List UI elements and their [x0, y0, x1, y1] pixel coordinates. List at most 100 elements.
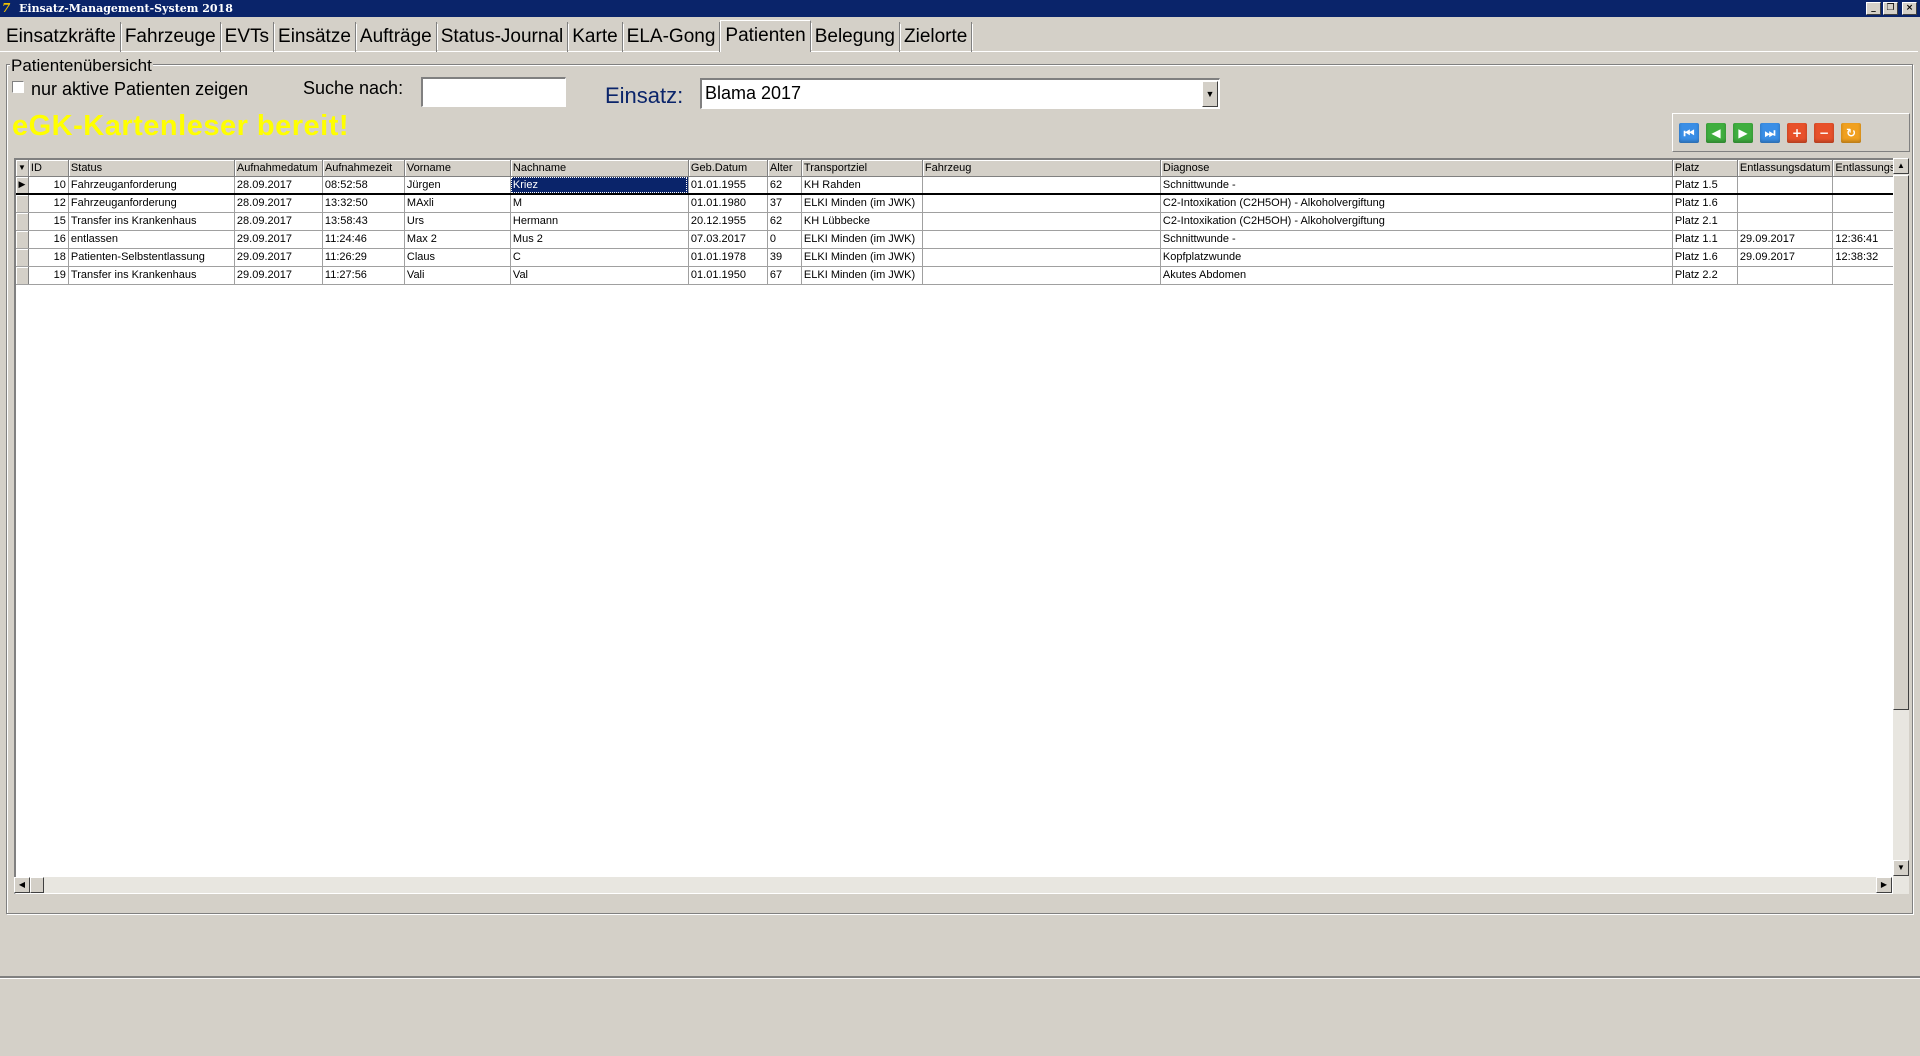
column-header[interactable]: Nachname	[510, 160, 689, 177]
cell-geb[interactable]: 20.12.1955	[688, 212, 768, 231]
cell-nachname[interactable]: C	[510, 248, 689, 267]
cell-alter[interactable]: 37	[767, 194, 802, 213]
cell-diagnose[interactable]: C2-Intoxikation (C2H5OH) - Alkoholvergif…	[1160, 194, 1673, 213]
tab-zielorte[interactable]: Zielorte	[900, 22, 974, 52]
active-only-toggle[interactable]: nur aktive Patienten zeigen	[12, 78, 248, 100]
cell-diagnose[interactable]: Akutes Abdomen	[1160, 266, 1673, 285]
cell-ziel[interactable]: ELKI Minden (im JWK)	[801, 230, 923, 249]
cell-alter[interactable]: 39	[767, 248, 802, 267]
column-header[interactable]: Aufnahmezeit	[322, 160, 405, 177]
next-record-icon[interactable]: ▶	[1733, 123, 1753, 143]
cell-aufnahmedatum[interactable]: 29.09.2017	[234, 248, 323, 267]
patient-grid[interactable]: ▼ ID Status Aufnahmedatum Aufnahmezeit Vornam…	[14, 158, 1906, 894]
cell-aufnahmedatum[interactable]: 28.09.2017	[234, 176, 323, 195]
column-header[interactable]: Transportziel	[801, 160, 923, 177]
cell-nachname[interactable]: Mus 2	[510, 230, 689, 249]
cell-entl-zeit[interactable]: 12:36:41	[1832, 230, 1899, 249]
column-header[interactable]: Status	[68, 160, 235, 177]
cell-ziel[interactable]: KH Rahden	[801, 176, 923, 195]
tab-patienten[interactable]: Patienten	[720, 20, 813, 52]
cell-entl-zeit[interactable]	[1832, 212, 1899, 231]
cell-alter[interactable]: 67	[767, 266, 802, 285]
vertical-scrollbar[interactable]: ▲ ▼	[1893, 158, 1909, 894]
einsatz-select[interactable]: Blama 2017 ▼	[700, 78, 1220, 109]
cell-aufnahmezeit[interactable]: 08:52:58	[322, 176, 405, 195]
cell-entl-datum[interactable]: 29.09.2017	[1737, 248, 1834, 267]
cell-diagnose[interactable]: Schnittwunde -	[1160, 230, 1673, 249]
cell-id[interactable]: 18	[28, 248, 69, 267]
cell-vorname[interactable]: Urs	[404, 212, 511, 231]
cell-aufnahmezeit[interactable]: 13:32:50	[322, 194, 405, 213]
cell-nachname[interactable]: M	[510, 194, 689, 213]
minimize-button[interactable]: _	[1866, 2, 1881, 15]
column-header[interactable]: Vorname	[404, 160, 511, 177]
tab-einsatzkräfte[interactable]: Einsatzkräfte	[2, 22, 122, 52]
close-button[interactable]: ×	[1902, 2, 1917, 15]
table-row[interactable]: 16 entlassen 29.09.2017 11:24:46 Max 2 Mus 20…	[16, 230, 1899, 249]
cell-platz[interactable]: Platz 2.1	[1672, 212, 1738, 231]
row-indicator[interactable]	[16, 212, 29, 231]
delete-record-icon[interactable]: −	[1814, 123, 1834, 143]
tab-fahrzeuge[interactable]: Fahrzeuge	[121, 22, 222, 52]
row-indicator[interactable]	[16, 266, 29, 285]
cell-id[interactable]: 12	[28, 194, 69, 213]
cell-alter[interactable]: 62	[767, 176, 802, 195]
cell-fahrzeug[interactable]	[922, 266, 1161, 285]
tab-karte[interactable]: Karte	[568, 22, 625, 52]
cell-status[interactable]: Patienten-Selbstentlassung	[68, 248, 235, 267]
cell-platz[interactable]: Platz 1.6	[1672, 248, 1738, 267]
last-record-icon[interactable]: ⏭	[1760, 123, 1780, 143]
restore-button[interactable]: ❐	[1883, 2, 1898, 15]
horizontal-scroll-thumb[interactable]	[30, 877, 44, 893]
tab-ela-gong[interactable]: ELA-Gong	[623, 22, 722, 52]
tab-belegung[interactable]: Belegung	[811, 22, 902, 52]
cell-aufnahmezeit[interactable]: 11:26:29	[322, 248, 405, 267]
current-row-pointer-icon[interactable]: ▶	[16, 176, 29, 195]
cell-id[interactable]: 15	[28, 212, 69, 231]
cell-id[interactable]: 19	[28, 266, 69, 285]
cell-status[interactable]: Fahrzeuganforderung	[68, 176, 235, 195]
cell-geb[interactable]: 01.01.1955	[688, 176, 768, 195]
cell-geb[interactable]: 01.01.1980	[688, 194, 768, 213]
cell-aufnahmedatum[interactable]: 29.09.2017	[234, 266, 323, 285]
horizontal-scrollbar[interactable]: ◀ ▶	[14, 877, 1892, 893]
cell-fahrzeug[interactable]	[922, 176, 1161, 195]
search-input[interactable]	[421, 77, 566, 107]
tab-aufträge[interactable]: Aufträge	[356, 22, 438, 52]
cell-fahrzeug[interactable]	[922, 212, 1161, 231]
table-row[interactable]: 18 Patienten-Selbstentlassung 29.09.2017 11…	[16, 248, 1899, 267]
vertical-scroll-thumb[interactable]	[1893, 175, 1909, 710]
cell-diagnose[interactable]: C2-Intoxikation (C2H5OH) - Alkoholvergif…	[1160, 212, 1673, 231]
table-row[interactable]: 19 Transfer ins Krankenhaus 29.09.2017 11:2…	[16, 266, 1899, 285]
cell-entl-datum[interactable]: 29.09.2017	[1737, 230, 1834, 249]
cell-entl-zeit[interactable]	[1832, 194, 1899, 213]
cell-status[interactable]: Transfer ins Krankenhaus	[68, 266, 235, 285]
cell-fahrzeug[interactable]	[922, 194, 1161, 213]
column-header[interactable]: Fahrzeug	[922, 160, 1161, 177]
table-row[interactable]: 15 Transfer ins Krankenhaus 28.09.2017 13:5…	[16, 212, 1899, 231]
scroll-right-icon[interactable]: ▶	[1876, 877, 1892, 893]
grid-indicator-header[interactable]: ▼	[16, 160, 29, 177]
cell-entl-zeit[interactable]	[1832, 176, 1899, 195]
cell-entl-datum[interactable]	[1737, 266, 1834, 285]
cell-ziel[interactable]: ELKI Minden (im JWK)	[801, 194, 923, 213]
table-row[interactable]: 12 Fahrzeuganforderung 28.09.2017 13:32:50 M…	[16, 194, 1899, 213]
cell-vorname[interactable]: Max 2	[404, 230, 511, 249]
column-header[interactable]: ID	[28, 160, 69, 177]
row-indicator[interactable]	[16, 248, 29, 267]
cell-ziel[interactable]: KH Lübbecke	[801, 212, 923, 231]
cell-fahrzeug[interactable]	[922, 248, 1161, 267]
row-indicator[interactable]	[16, 194, 29, 213]
cell-status[interactable]: Transfer ins Krankenhaus	[68, 212, 235, 231]
column-header[interactable]: Entlassungsdatum	[1737, 160, 1834, 177]
cell-diagnose[interactable]: Kopfplatzwunde	[1160, 248, 1673, 267]
scroll-left-icon[interactable]: ◀	[14, 877, 30, 893]
column-header[interactable]: Platz	[1672, 160, 1738, 177]
cell-vorname[interactable]: MAxli	[404, 194, 511, 213]
tab-evts[interactable]: EVTs	[221, 22, 276, 52]
cell-aufnahmedatum[interactable]: 28.09.2017	[234, 194, 323, 213]
cell-alter[interactable]: 62	[767, 212, 802, 231]
cell-vorname[interactable]: Vali	[404, 266, 511, 285]
tab-status-journal[interactable]: Status-Journal	[437, 22, 569, 52]
cell-ziel[interactable]: ELKI Minden (im JWK)	[801, 248, 923, 267]
